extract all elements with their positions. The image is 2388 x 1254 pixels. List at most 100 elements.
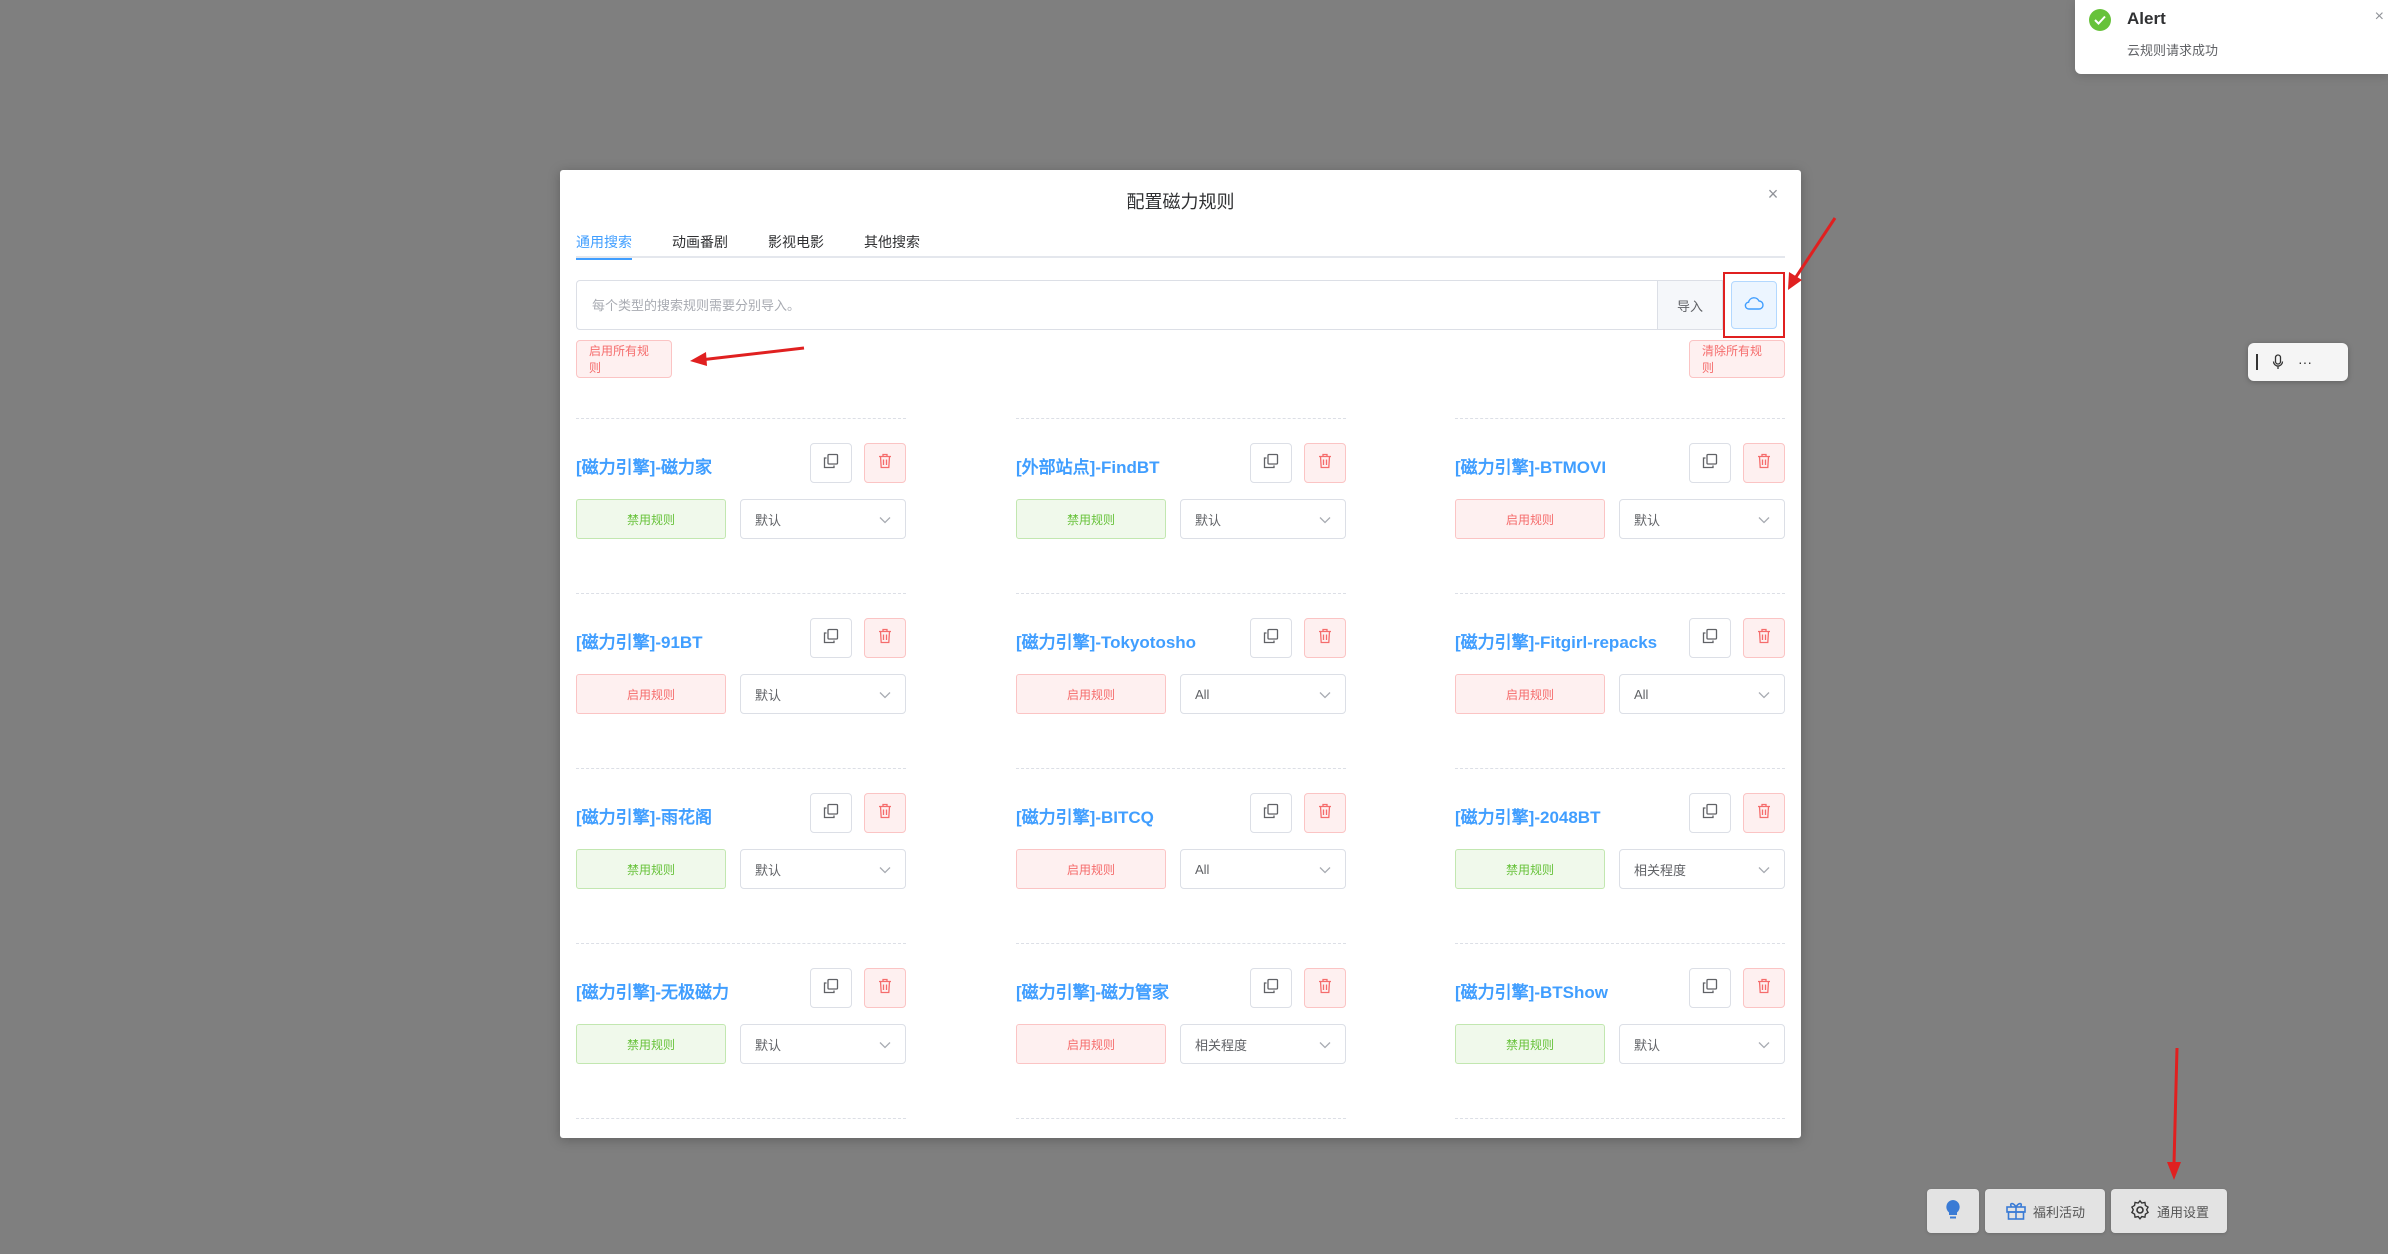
divider — [576, 1118, 906, 1119]
copy-rule-button[interactable] — [810, 968, 852, 1008]
annotation-arrow — [2167, 1047, 2181, 1180]
delete-rule-button[interactable] — [1743, 793, 1785, 833]
divider — [1455, 418, 1785, 419]
trash-icon — [877, 628, 893, 649]
toggle-rule-button[interactable]: 启用规则 — [1016, 1024, 1166, 1064]
sort-select-value: 默认 — [755, 1037, 782, 1053]
microphone-icon[interactable] — [2272, 354, 2284, 370]
toggle-rule-button[interactable]: 禁用规则 — [1455, 1024, 1605, 1064]
rule-name: [磁力引擎]-BTMOVI — [1455, 458, 1607, 477]
rule-name: [外部站点]-FindBT — [1016, 458, 1160, 477]
rule-type-tabs: 通用搜索 动画番剧 影视电影 其他搜索 — [576, 228, 1785, 260]
toggle-rule-button[interactable]: 禁用规则 — [576, 499, 726, 539]
close-icon[interactable]: × — [1763, 184, 1783, 204]
sort-select[interactable]: All — [1619, 674, 1785, 714]
divider — [1455, 768, 1785, 769]
copy-rule-button[interactable] — [810, 793, 852, 833]
sort-select[interactable]: 默认 — [1619, 499, 1785, 539]
close-icon[interactable]: × — [2375, 8, 2384, 26]
chevron-down-icon — [879, 1037, 891, 1052]
delete-rule-button[interactable] — [1304, 793, 1346, 833]
chevron-down-icon — [1758, 1037, 1770, 1052]
rule-name: [磁力引擎]-91BT — [576, 633, 703, 652]
toggle-rule-button[interactable]: 启用规则 — [1455, 499, 1605, 539]
toggle-rule-button[interactable]: 启用规则 — [1016, 674, 1166, 714]
divider — [576, 593, 906, 594]
copy-rule-button[interactable] — [1250, 618, 1292, 658]
delete-rule-button[interactable] — [864, 968, 906, 1008]
sort-select[interactable]: 默认 — [740, 499, 906, 539]
sort-select[interactable]: 相关程度 — [1180, 1024, 1346, 1064]
toggle-rule-button[interactable]: 禁用规则 — [1016, 499, 1166, 539]
enable-all-rules-button[interactable]: 启用所有规则 — [576, 340, 672, 378]
toggle-rule-button[interactable]: 禁用规则 — [576, 849, 726, 889]
config-magnet-rules-dialog: 配置磁力规则 × 通用搜索 动画番剧 影视电影 其他搜索 导入 启用所有规则 清… — [560, 170, 1801, 1138]
sort-select[interactable]: 默认 — [1619, 1024, 1785, 1064]
clear-all-rules-button[interactable]: 清除所有规则 — [1689, 340, 1785, 378]
copy-icon — [1702, 803, 1718, 824]
general-settings-button[interactable]: 通用设置 — [2111, 1189, 2227, 1233]
rule-name: [磁力引擎]-雨花阁 — [576, 808, 712, 827]
copy-rule-button[interactable] — [1250, 968, 1292, 1008]
chevron-down-icon — [1319, 512, 1331, 527]
sort-select[interactable]: 相关程度 — [1619, 849, 1785, 889]
delete-rule-button[interactable] — [1743, 618, 1785, 658]
copy-rule-button[interactable] — [810, 443, 852, 483]
cloud-rules-button[interactable] — [1731, 281, 1777, 329]
sort-select[interactable]: All — [1180, 849, 1346, 889]
rule-card: [磁力引擎]-91BT 启用规则 默认 — [576, 593, 906, 768]
tab-other-search[interactable]: 其他搜索 — [864, 228, 920, 258]
rule-card: [磁力引擎]-Fitgirl-repacks 启用规则 All — [1455, 593, 1785, 768]
drag-handle[interactable] — [2256, 354, 2258, 370]
more-icon[interactable]: ··· — [2298, 354, 2312, 370]
cloud-icon — [1744, 295, 1764, 316]
copy-icon — [1263, 978, 1279, 999]
delete-rule-button[interactable] — [864, 443, 906, 483]
rule-card: [磁力引擎]-雨花阁禁用规则 默认 — [576, 768, 906, 943]
trash-icon — [1756, 453, 1772, 474]
delete-rule-button[interactable] — [1304, 443, 1346, 483]
import-button[interactable]: 导入 — [1657, 280, 1723, 330]
sort-select[interactable]: 默认 — [740, 849, 906, 889]
delete-rule-button[interactable] — [864, 618, 906, 658]
welfare-activities-button[interactable]: 福利活动 — [1985, 1189, 2105, 1233]
copy-rule-button[interactable] — [1250, 793, 1292, 833]
divider — [1016, 768, 1346, 769]
copy-icon — [1702, 978, 1718, 999]
tab-general-search[interactable]: 通用搜索 — [576, 228, 632, 260]
copy-icon — [823, 628, 839, 649]
import-rules-input[interactable] — [576, 280, 1657, 330]
tab-movies[interactable]: 影视电影 — [768, 228, 824, 258]
delete-rule-button[interactable] — [1304, 618, 1346, 658]
copy-rule-button[interactable] — [1689, 618, 1731, 658]
rule-card: [磁力引擎]-2048BT 禁用规则 相关程度 — [1455, 768, 1785, 943]
chevron-down-icon — [879, 862, 891, 877]
toggle-rule-button[interactable]: 启用规则 — [1455, 674, 1605, 714]
trash-icon — [1317, 803, 1333, 824]
tab-anime[interactable]: 动画番剧 — [672, 228, 728, 258]
tips-button[interactable] — [1927, 1189, 1979, 1233]
delete-rule-button[interactable] — [864, 793, 906, 833]
delete-rule-button[interactable] — [1304, 968, 1346, 1008]
chevron-down-icon — [1319, 1037, 1331, 1052]
copy-rule-button[interactable] — [1250, 443, 1292, 483]
sort-select[interactable]: 默认 — [740, 674, 906, 714]
sort-select-value: All — [1634, 686, 1649, 702]
copy-rule-button[interactable] — [1689, 793, 1731, 833]
sort-select-value: 相关程度 — [1195, 1037, 1248, 1053]
toggle-rule-button[interactable]: 禁用规则 — [1455, 849, 1605, 889]
toggle-rule-button[interactable]: 启用规则 — [1016, 849, 1166, 889]
sort-select[interactable]: 默认 — [740, 1024, 906, 1064]
sort-select-value: All — [1195, 861, 1210, 877]
toggle-rule-button[interactable]: 启用规则 — [576, 674, 726, 714]
copy-rule-button[interactable] — [1689, 968, 1731, 1008]
delete-rule-button[interactable] — [1743, 968, 1785, 1008]
toggle-rule-button[interactable]: 禁用规则 — [576, 1024, 726, 1064]
sort-select[interactable]: All — [1180, 674, 1346, 714]
copy-rule-button[interactable] — [810, 618, 852, 658]
rule-card: [磁力引擎]-BTMOVI 启用规则 默认 — [1455, 418, 1785, 593]
copy-rule-button[interactable] — [1689, 443, 1731, 483]
delete-rule-button[interactable] — [1743, 443, 1785, 483]
sort-select[interactable]: 默认 — [1180, 499, 1346, 539]
rule-card: [磁力引擎]-无极磁力 禁用规则 默认 — [576, 943, 906, 1118]
